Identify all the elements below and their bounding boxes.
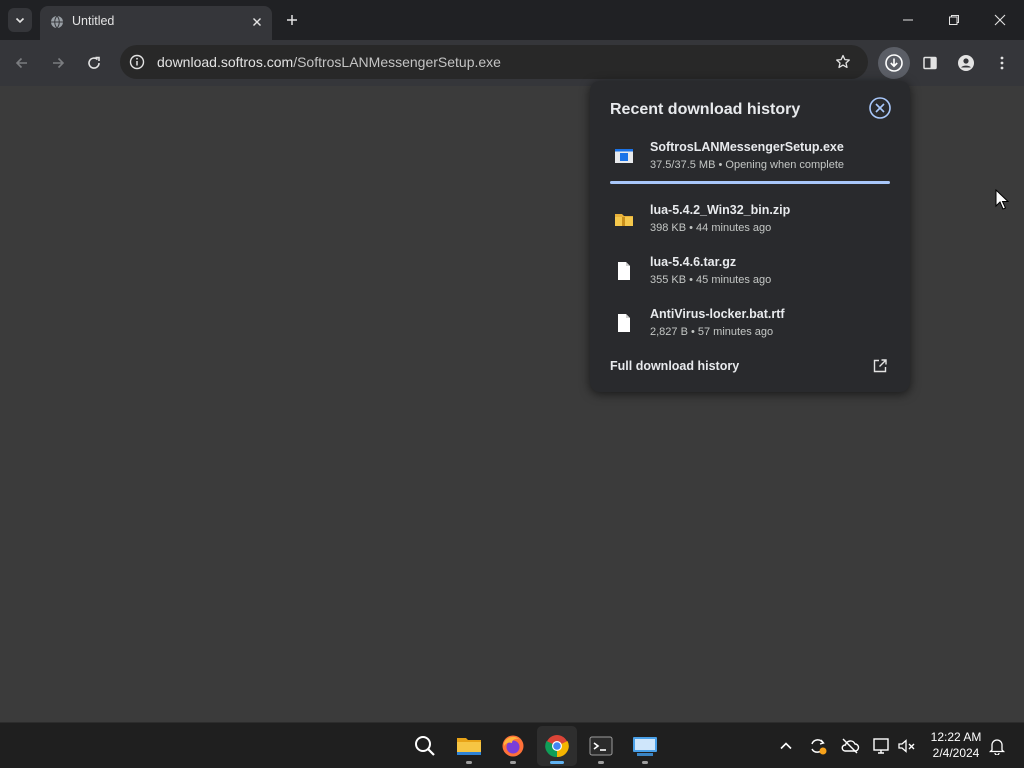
close-icon bbox=[253, 18, 261, 26]
taskbar-chrome[interactable] bbox=[537, 726, 577, 766]
info-icon bbox=[129, 54, 145, 70]
taskbar-active-indicator bbox=[550, 761, 564, 764]
more-vertical-icon bbox=[1000, 56, 1004, 70]
taskbar-remote-desktop[interactable] bbox=[625, 726, 665, 766]
download-item-name: SoftrosLANMessengerSetup.exe bbox=[650, 140, 844, 154]
download-icon bbox=[885, 54, 903, 72]
network-icon bbox=[873, 738, 889, 754]
reload-button[interactable] bbox=[82, 51, 106, 75]
zip-folder-icon bbox=[615, 214, 633, 226]
tray-overflow-button[interactable] bbox=[775, 735, 797, 757]
taskbar-file-explorer[interactable] bbox=[449, 726, 489, 766]
browser-toolbar: download.softros.com/SoftrosLANMessenger… bbox=[0, 40, 1024, 86]
firefox-icon bbox=[502, 735, 524, 757]
globe-icon bbox=[51, 15, 63, 29]
url-host: download.softros.com bbox=[157, 54, 294, 70]
new-tab-button[interactable] bbox=[282, 10, 302, 30]
taskbar-running-indicator bbox=[598, 761, 604, 764]
taskbar-terminal[interactable] bbox=[581, 726, 621, 766]
close-window-button[interactable] bbox=[988, 8, 1012, 32]
arrow-left-icon bbox=[15, 57, 27, 69]
tray-network[interactable] bbox=[871, 735, 893, 757]
close-circle-icon bbox=[869, 97, 891, 119]
download-item-name: lua-5.4.2_Win32_bin.zip bbox=[650, 203, 791, 217]
close-download-panel-button[interactable] bbox=[868, 96, 892, 120]
external-link-icon bbox=[873, 359, 887, 373]
remote-desktop-icon bbox=[633, 737, 657, 756]
tray-notifications[interactable] bbox=[986, 735, 1008, 757]
file-icon bbox=[618, 314, 630, 332]
file-explorer-icon bbox=[457, 738, 481, 755]
site-info-button[interactable] bbox=[128, 53, 146, 71]
bookmark-button[interactable] bbox=[834, 53, 852, 71]
taskbar-running-indicator bbox=[466, 761, 472, 764]
taskbar-search[interactable] bbox=[405, 726, 445, 766]
back-button[interactable] bbox=[10, 51, 34, 75]
chevron-up-icon bbox=[780, 742, 792, 750]
chevron-down-icon bbox=[15, 17, 25, 24]
tab-untitled[interactable]: Untitled bbox=[40, 6, 272, 40]
minimize-button[interactable] bbox=[896, 8, 920, 32]
tab-title: Untitled bbox=[72, 14, 115, 28]
person-icon bbox=[958, 55, 974, 71]
download-progress-bar bbox=[610, 181, 890, 184]
tray-cloud[interactable] bbox=[839, 735, 861, 757]
download-item-meta: 2,827 B • 57 minutes ago bbox=[650, 326, 774, 338]
tray-sync[interactable] bbox=[807, 735, 829, 757]
download-item-name: lua-5.4.6.tar.gz bbox=[650, 255, 737, 269]
download-item-meta: 37.5/37.5 MB • Opening when complete bbox=[650, 159, 845, 171]
plus-icon bbox=[287, 15, 297, 25]
clock-date: 2/4/2024 bbox=[932, 746, 980, 760]
chrome-icon bbox=[545, 735, 569, 758]
download-item-lua-tar[interactable]: lua-5.4.6.tar.gz 355 KB • 45 minutes ago bbox=[590, 255, 910, 305]
sync-icon bbox=[811, 739, 827, 755]
url-text: download.softros.com/SoftrosLANMessenger… bbox=[157, 54, 501, 70]
arrow-right-icon bbox=[53, 57, 65, 69]
taskbar-running-indicator bbox=[642, 761, 648, 764]
cloud-off-icon bbox=[841, 738, 860, 754]
menu-button[interactable] bbox=[990, 51, 1014, 75]
forward-button[interactable] bbox=[46, 51, 70, 75]
download-item-meta: 398 KB • 44 minutes ago bbox=[650, 222, 772, 234]
volume-muted-icon bbox=[898, 739, 915, 753]
downloads-button[interactable] bbox=[878, 47, 910, 79]
tab-search-button[interactable] bbox=[8, 8, 32, 32]
installer-icon bbox=[615, 149, 633, 163]
terminal-icon bbox=[589, 736, 613, 756]
download-item-antivirus-rtf[interactable]: AntiVirus-locker.bat.rtf 2,827 B • 57 mi… bbox=[590, 307, 910, 357]
url-path: /SoftrosLANMessengerSetup.exe bbox=[293, 54, 501, 70]
close-icon bbox=[994, 14, 1006, 26]
download-progress-fill bbox=[610, 181, 890, 184]
taskbar-clock[interactable]: 12:22 AM 2/4/2024 bbox=[922, 729, 990, 761]
address-bar[interactable]: download.softros.com/SoftrosLANMessenger… bbox=[120, 45, 868, 79]
bell-icon bbox=[988, 739, 1006, 755]
download-item-name: AntiVirus-locker.bat.rtf bbox=[650, 307, 785, 321]
side-panel-icon bbox=[923, 56, 937, 70]
download-item-meta: 355 KB • 45 minutes ago bbox=[650, 274, 772, 286]
restore-icon bbox=[949, 15, 959, 25]
taskbar: 12:22 AM 2/4/2024 bbox=[0, 722, 1024, 768]
star-icon bbox=[836, 54, 850, 69]
download-history-title: Recent download history bbox=[610, 101, 801, 118]
full-download-history-link[interactable]: Full download history bbox=[610, 359, 739, 373]
mouse-cursor-icon bbox=[995, 189, 1009, 210]
side-panel-button[interactable] bbox=[918, 51, 942, 75]
minimize-icon bbox=[903, 19, 913, 21]
clock-time: 12:22 AM bbox=[930, 730, 982, 744]
taskbar-running-indicator bbox=[510, 761, 516, 764]
tab-close-button[interactable] bbox=[248, 13, 266, 31]
reload-icon bbox=[88, 56, 100, 69]
search-icon bbox=[415, 736, 435, 756]
download-history-panel: Recent download history SoftrosLANMessen… bbox=[590, 81, 910, 392]
profile-button[interactable] bbox=[954, 51, 978, 75]
tray-volume[interactable] bbox=[896, 735, 918, 757]
tab-strip: Untitled bbox=[0, 0, 1024, 40]
taskbar-firefox[interactable] bbox=[493, 726, 533, 766]
file-icon bbox=[618, 262, 630, 280]
restore-button[interactable] bbox=[942, 8, 966, 32]
download-item-lua-zip[interactable]: lua-5.4.2_Win32_bin.zip 398 KB • 44 minu… bbox=[590, 203, 910, 253]
open-external-button[interactable] bbox=[871, 357, 889, 375]
